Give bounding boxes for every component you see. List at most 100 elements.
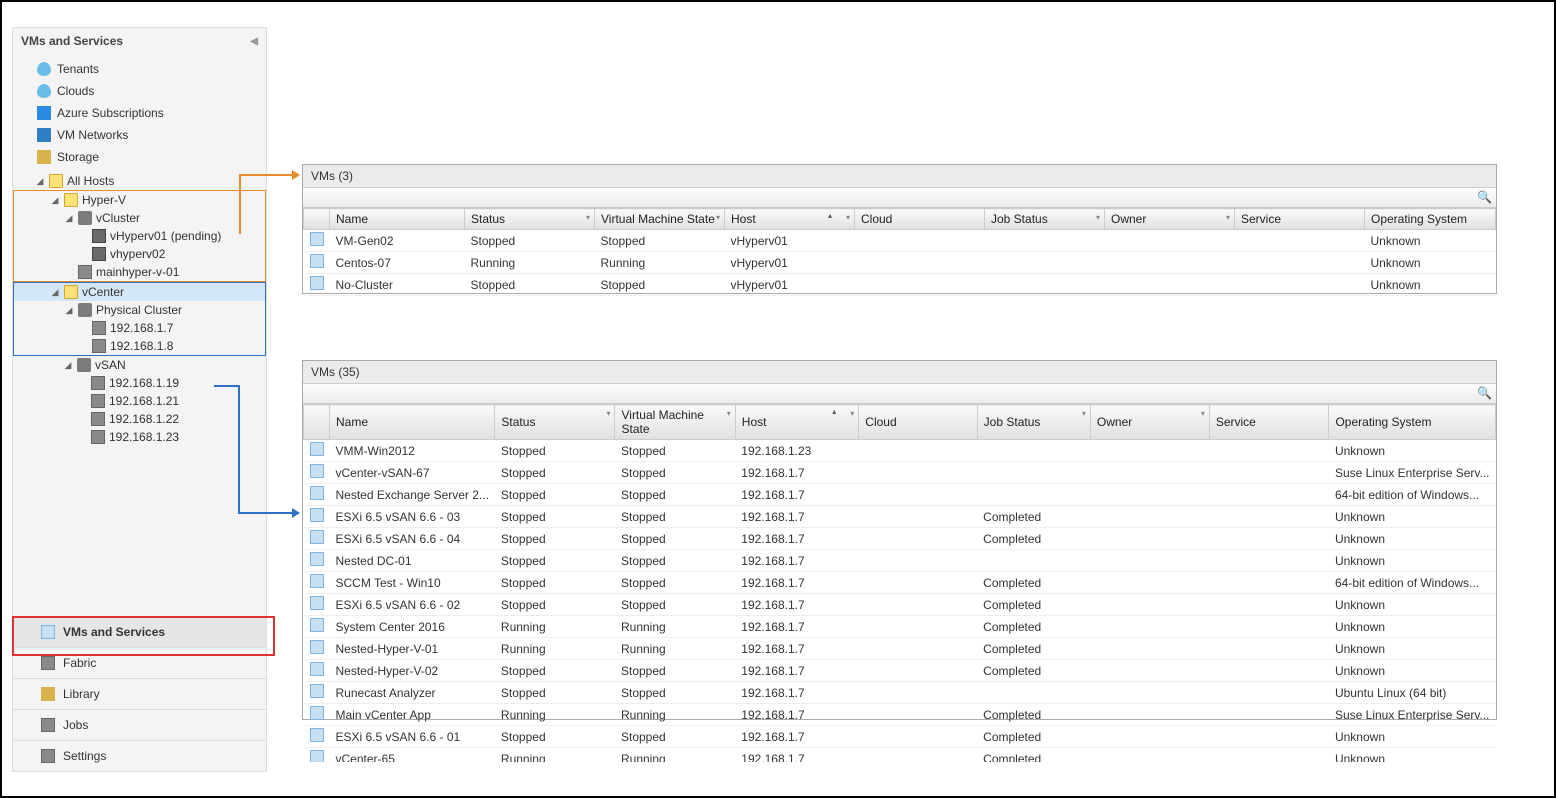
search-row[interactable]: 🔍 [303, 384, 1496, 404]
table-row[interactable]: ESXi 6.5 vSAN 6.6 - 01StoppedStopped192.… [304, 726, 1496, 748]
search-row[interactable]: 🔍 [303, 188, 1496, 208]
filter-icon[interactable]: ▾ [1201, 409, 1205, 418]
nav-item-tenants[interactable]: Tenants [13, 58, 266, 80]
cell-status: Stopped [465, 230, 595, 252]
table-row[interactable]: VM-Gen02StoppedStoppedvHyperv01Unknown [304, 230, 1496, 252]
tree-label: vHyperv01 (pending) [110, 229, 221, 243]
table-row[interactable]: ESXi 6.5 vSAN 6.6 - 02StoppedStopped192.… [304, 594, 1496, 616]
filter-icon[interactable]: ▾ [586, 213, 590, 222]
cluster-icon [77, 358, 91, 372]
filter-icon[interactable]: ▾ [1082, 409, 1086, 418]
tree-host[interactable]: 192.168.1.7 [14, 319, 265, 337]
filter-icon[interactable]: ▾ [606, 409, 610, 418]
expander-icon[interactable]: ◢ [50, 287, 60, 298]
filter-icon[interactable]: ▾ [1096, 213, 1100, 222]
column-header-icon[interactable] [304, 209, 330, 230]
tree-host[interactable]: vHyperv01 (pending) [14, 227, 265, 245]
column-header-virtual-machine-state[interactable]: Virtual Machine State▾ [615, 405, 735, 440]
wunderbar-label: Settings [63, 749, 106, 763]
tree-vcluster[interactable]: ◢ vCluster [14, 209, 265, 227]
sidebar-collapse-icon[interactable]: ◀ [250, 36, 258, 47]
table-row[interactable]: Nested-Hyper-V-01RunningRunning192.168.1… [304, 638, 1496, 660]
column-header-cloud[interactable]: Cloud [855, 209, 985, 230]
expander-icon[interactable]: ◢ [64, 305, 74, 316]
cell-status: Running [465, 252, 595, 274]
column-header-owner[interactable]: Owner▾ [1090, 405, 1209, 440]
expander-icon[interactable]: ◢ [50, 195, 60, 206]
column-header-name[interactable]: Name [330, 405, 495, 440]
tree-all-hosts[interactable]: ◢ All Hosts [13, 172, 266, 190]
vm-icon [310, 684, 324, 698]
nav-item-azure-subscriptions[interactable]: Azure Subscriptions [13, 102, 266, 124]
table-row[interactable]: No-ClusterStoppedStoppedvHyperv01Unknown [304, 274, 1496, 296]
filter-icon[interactable]: ▾ [716, 213, 720, 222]
cell-host: 192.168.1.7 [735, 550, 859, 572]
search-icon[interactable]: 🔍 [1477, 190, 1492, 204]
cell-host: 192.168.1.7 [735, 572, 859, 594]
expander-icon[interactable]: ◢ [35, 176, 45, 187]
table-row[interactable]: Nested Exchange Server 2...StoppedStoppe… [304, 484, 1496, 506]
cell-cloud [859, 726, 977, 748]
table-row[interactable]: VMM-Win2012StoppedStopped192.168.1.23Unk… [304, 440, 1496, 462]
tree-physical-cluster[interactable]: ◢ Physical Cluster [14, 301, 265, 319]
column-header-status[interactable]: Status▾ [495, 405, 615, 440]
tree-label: Hyper-V [82, 193, 126, 207]
filter-icon[interactable]: ▾ [727, 409, 731, 418]
column-header-name[interactable]: Name [330, 209, 465, 230]
column-header-status[interactable]: Status▾ [465, 209, 595, 230]
filter-icon[interactable]: ▾ [850, 409, 854, 418]
tree-host[interactable]: 192.168.1.23 [13, 428, 266, 446]
nav-icon [37, 62, 51, 76]
column-header-host[interactable]: Host▾▴ [735, 405, 859, 440]
tree-host[interactable]: 192.168.1.22 [13, 410, 266, 428]
table-row[interactable]: vCenter-65RunningRunning192.168.1.7Compl… [304, 748, 1496, 763]
cell-host: 192.168.1.7 [735, 726, 859, 748]
table-row[interactable]: Centos-07RunningRunningvHyperv01Unknown [304, 252, 1496, 274]
expander-icon[interactable]: ◢ [64, 213, 74, 224]
folder-icon [49, 174, 63, 188]
column-header-owner[interactable]: Owner▾ [1105, 209, 1235, 230]
wunderbar-vms-and-services[interactable]: VMs and Services [13, 616, 266, 647]
column-header-icon[interactable] [304, 405, 330, 440]
wunderbar-fabric[interactable]: Fabric [13, 647, 266, 678]
filter-icon[interactable]: ▾ [846, 213, 850, 222]
table-row[interactable]: System Center 2016RunningRunning192.168.… [304, 616, 1496, 638]
column-header-job-status[interactable]: Job Status▾ [985, 209, 1105, 230]
column-header-host[interactable]: Host▾▴ [725, 209, 855, 230]
tree-vsan[interactable]: ◢ vSAN [13, 356, 266, 374]
tree-host[interactable]: mainhyper-v-01 [14, 263, 265, 281]
cell-os: 64-bit edition of Windows... [1329, 572, 1496, 594]
column-header-cloud[interactable]: Cloud [859, 405, 977, 440]
column-header-job-status[interactable]: Job Status▾ [977, 405, 1090, 440]
table-row[interactable]: ESXi 6.5 vSAN 6.6 - 04StoppedStopped192.… [304, 528, 1496, 550]
search-icon[interactable]: 🔍 [1477, 386, 1492, 400]
nav-item-vm-networks[interactable]: VM Networks [13, 124, 266, 146]
vm-icon [310, 552, 324, 566]
tree-host[interactable]: vhyperv02 [14, 245, 265, 263]
nav-item-storage[interactable]: Storage [13, 146, 266, 168]
column-header-operating-system[interactable]: Operating System [1329, 405, 1496, 440]
table-row[interactable]: Main vCenter AppRunningRunning192.168.1.… [304, 704, 1496, 726]
filter-icon[interactable]: ▾ [1226, 213, 1230, 222]
expander-icon[interactable]: ◢ [63, 360, 73, 371]
table-row[interactable]: Runecast AnalyzerStoppedStopped192.168.1… [304, 682, 1496, 704]
nav-item-clouds[interactable]: Clouds [13, 80, 266, 102]
tree-hyperv[interactable]: ◢ Hyper-V [14, 191, 265, 209]
tree-vcenter[interactable]: ◢ vCenter [14, 283, 265, 301]
wunderbar-library[interactable]: Library [13, 678, 266, 709]
column-header-virtual-machine-state[interactable]: Virtual Machine State▾ [595, 209, 725, 230]
column-header-service[interactable]: Service [1235, 209, 1365, 230]
table-row[interactable]: SCCM Test - Win10StoppedStopped192.168.1… [304, 572, 1496, 594]
tree-host[interactable]: 192.168.1.8 [14, 337, 265, 355]
column-header-operating-system[interactable]: Operating System [1365, 209, 1496, 230]
cell-cloud [855, 230, 985, 252]
tree-host[interactable]: 192.168.1.21 [13, 392, 266, 410]
table-row[interactable]: vCenter-vSAN-67StoppedStopped192.168.1.7… [304, 462, 1496, 484]
table-row[interactable]: ESXi 6.5 vSAN 6.6 - 03StoppedStopped192.… [304, 506, 1496, 528]
table-row[interactable]: Nested-Hyper-V-02StoppedStopped192.168.1… [304, 660, 1496, 682]
table-row[interactable]: Nested DC-01StoppedStopped192.168.1.7Unk… [304, 550, 1496, 572]
tree-host[interactable]: 192.168.1.19 [13, 374, 266, 392]
wunderbar-jobs[interactable]: Jobs [13, 709, 266, 740]
column-header-service[interactable]: Service [1209, 405, 1329, 440]
wunderbar-settings[interactable]: Settings [13, 740, 266, 771]
